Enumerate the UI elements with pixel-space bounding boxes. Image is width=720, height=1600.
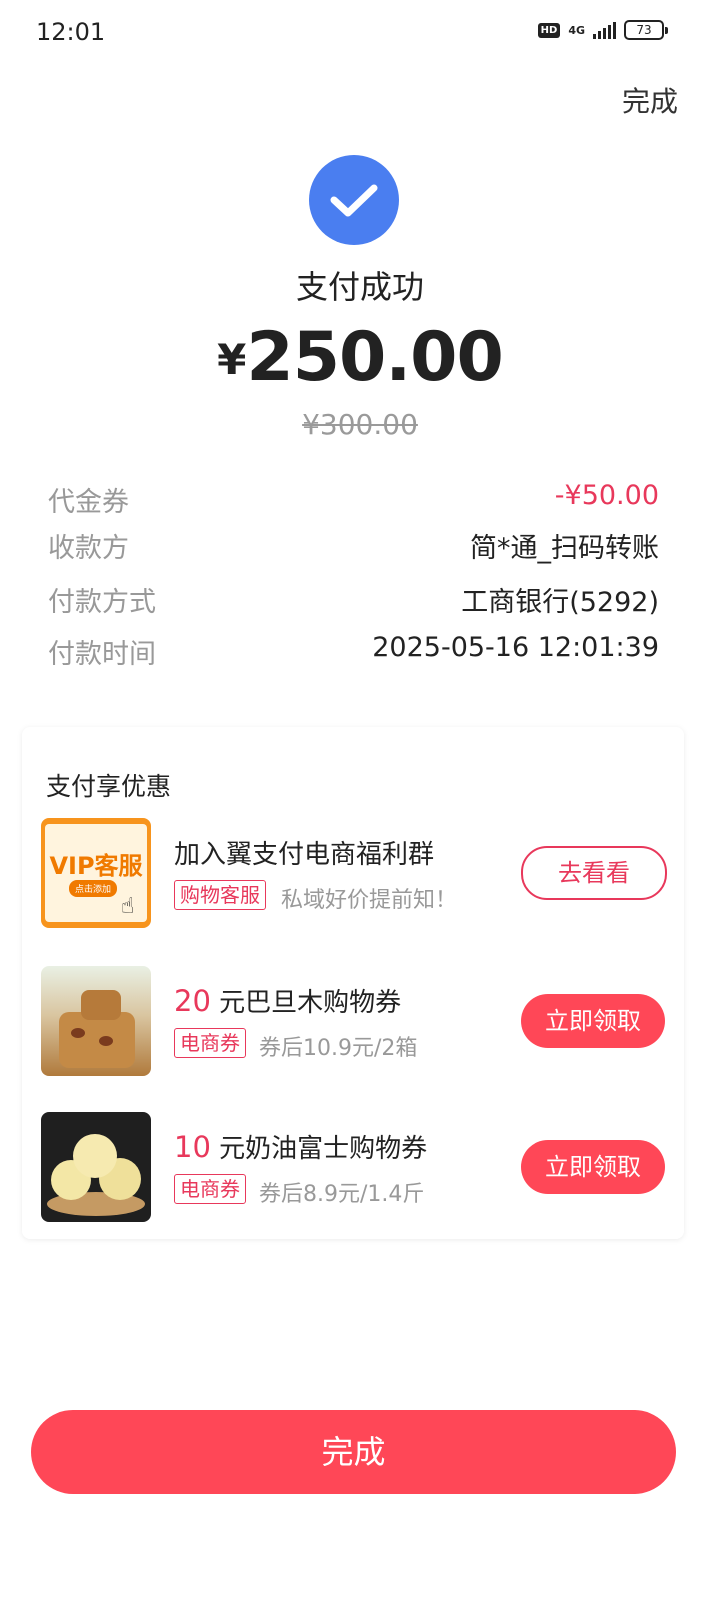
detail-value: 工商银行(5292) (461, 587, 659, 618)
detail-label: 代金券 (48, 487, 129, 518)
promo-item-subtitle: 券后10.9元/2箱 (259, 1036, 418, 1061)
almond-product-thumbnail (41, 966, 151, 1076)
detail-row-payee: 收款方 简*通_扫码转账 (48, 526, 659, 565)
payment-amount: ¥250.00 (0, 318, 720, 397)
claim-button-apple[interactable]: 立即领取 (521, 1140, 665, 1194)
promo-item-tag: 电商券 (174, 1028, 246, 1058)
battery-level: 73 (624, 20, 664, 40)
promo-item-subtitle: 私域好价提前知！ (281, 888, 458, 913)
coupon-amount: 10 (174, 1130, 211, 1164)
promo-title: 支付享优惠 (46, 772, 172, 801)
vip-thumb-sub: 点击添加 (69, 880, 118, 897)
coupon-name: 元巴旦木购物券 (219, 988, 402, 1018)
amount-value: 250.00 (246, 318, 503, 397)
view-button[interactable]: 去看看 (521, 846, 667, 900)
detail-row-method: 付款方式 工商银行(5292) (48, 580, 659, 619)
promo-item-apple: 10 元奶油富士购物券 电商券 券后8.9元/1.4斤 立即领取 (41, 1112, 666, 1222)
promo-item-tag: 购物客服 (174, 880, 266, 910)
network-label: 4G (568, 23, 585, 37)
promo-item-title: 加入翼支付电商福利群 (174, 840, 435, 870)
hand-icon: ☝ (121, 894, 135, 919)
promo-card: 支付享优惠 VIP客服 点击添加 ☝ 加入翼支付电商福利群 购物客服 私域好价提… (22, 727, 684, 1239)
promo-item-title: 10 元奶油富士购物券 (174, 1128, 427, 1165)
detail-value: 简*通_扫码转账 (470, 533, 659, 564)
coupon-amount: 20 (174, 984, 211, 1018)
vip-thumb-text: VIP客服 (49, 852, 143, 880)
detail-row-voucher: 代金券 -¥50.00 (48, 480, 659, 519)
detail-value: 2025-05-16 12:01:39 (372, 632, 659, 663)
vip-service-thumbnail: VIP客服 点击添加 ☝ (41, 818, 151, 928)
claim-button-almond[interactable]: 立即领取 (521, 994, 665, 1048)
battery-icon: 73 (624, 20, 668, 40)
done-button[interactable]: 完成 (31, 1410, 676, 1494)
detail-row-time: 付款时间 2025-05-16 12:01:39 (48, 632, 659, 671)
signal-icon (593, 21, 616, 39)
status-time: 12:01 (36, 18, 106, 46)
status-bar: 12:01 HD 4G 73 (0, 0, 720, 64)
promo-item-title: 20 元巴旦木购物券 (174, 982, 401, 1019)
detail-label: 付款方式 (48, 587, 156, 618)
coupon-name: 元奶油富士购物券 (219, 1134, 428, 1164)
detail-value: -¥50.00 (554, 480, 659, 511)
hd-icon: HD (537, 22, 561, 38)
promo-item-tag: 电商券 (174, 1174, 246, 1204)
promo-item-group: VIP客服 点击添加 ☝ 加入翼支付电商福利群 购物客服 私域好价提前知！ 去看… (41, 818, 667, 928)
original-amount: ¥300.00 (302, 408, 418, 441)
promo-item-subtitle: 券后8.9元/1.4斤 (259, 1182, 425, 1207)
promo-item-almond: 20 元巴旦木购物券 电商券 券后10.9元/2箱 立即领取 (41, 966, 666, 1076)
detail-label: 收款方 (48, 533, 129, 564)
detail-label: 付款时间 (48, 639, 156, 670)
currency-symbol: ¥ (217, 335, 247, 384)
apple-product-thumbnail (41, 1112, 151, 1222)
header-done-button[interactable]: 完成 (622, 80, 678, 120)
success-check-icon (309, 155, 399, 245)
payment-status: 支付成功 (295, 268, 424, 306)
status-icons: HD 4G 73 (537, 20, 668, 40)
